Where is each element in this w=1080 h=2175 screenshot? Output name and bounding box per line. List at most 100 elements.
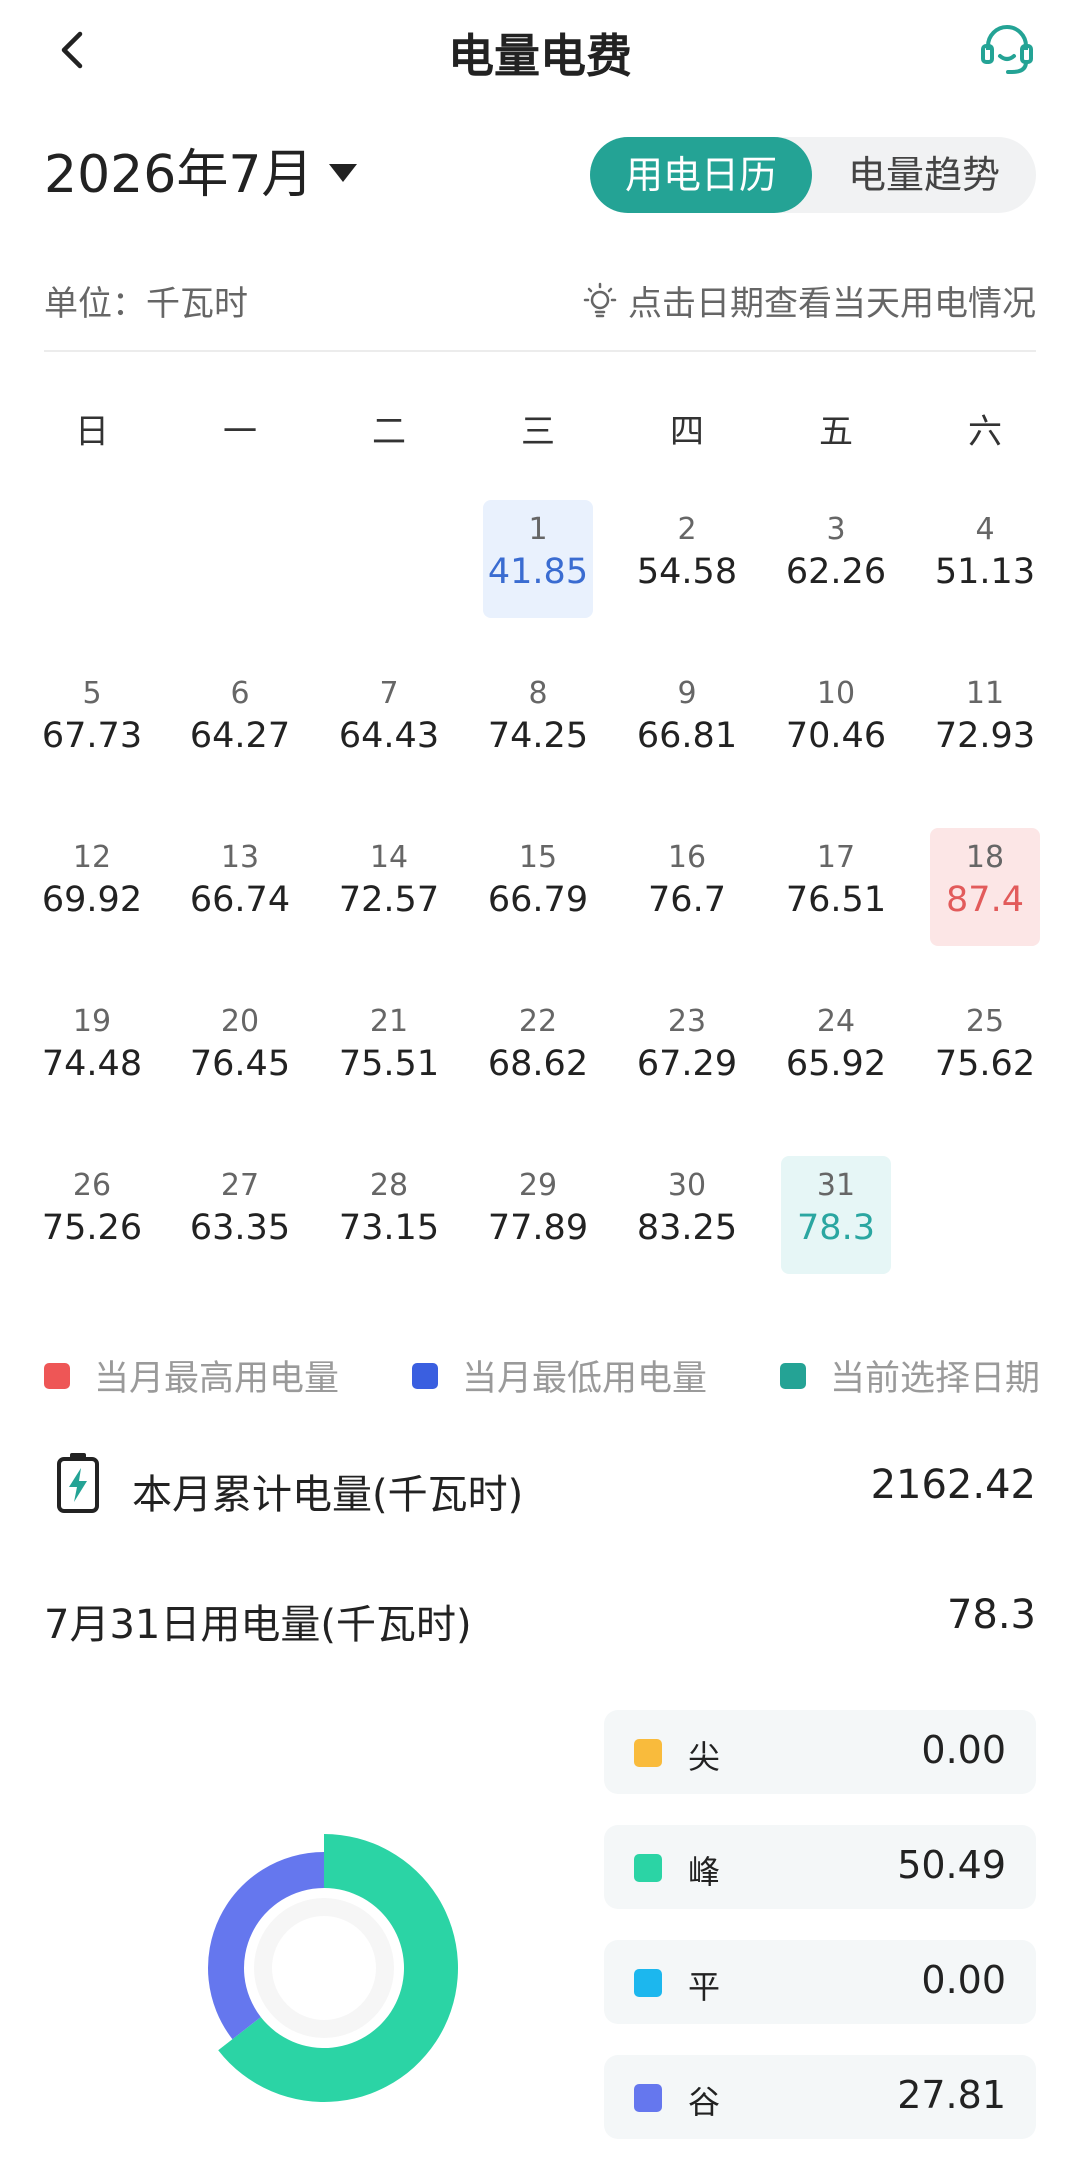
calendar-day[interactable]: 12 69.92 bbox=[37, 828, 147, 946]
day-usage: 70.46 bbox=[785, 716, 887, 756]
calendar-day[interactable]: 22 68.62 bbox=[483, 992, 593, 1110]
day-number: 11 bbox=[965, 676, 1005, 711]
calendar-day[interactable]: 6 64.27 bbox=[185, 664, 295, 782]
calendar-day[interactable]: 20 76.45 bbox=[185, 992, 295, 1110]
unit-label: 单位：千瓦时 bbox=[44, 284, 248, 324]
day-number: 27 bbox=[220, 1168, 260, 1203]
calendar-day[interactable]: 3 62.26 bbox=[781, 500, 891, 618]
day-usage: 67.73 bbox=[41, 716, 143, 756]
calendar-day[interactable]: 7 64.43 bbox=[334, 664, 444, 782]
day-usage: 75.51 bbox=[338, 1044, 440, 1084]
day-usage: 76.7 bbox=[648, 880, 726, 920]
headset-icon[interactable] bbox=[978, 20, 1036, 78]
calendar-day[interactable]: 26 75.26 bbox=[37, 1156, 147, 1274]
day-number: 5 bbox=[82, 676, 102, 711]
tariff-swatch bbox=[634, 1969, 662, 1997]
day-usage: 76.45 bbox=[189, 1044, 291, 1084]
tariff-item-sharp: 尖 0.00 bbox=[604, 1710, 1036, 1794]
day-number: 23 bbox=[667, 1004, 707, 1039]
day-number: 2 bbox=[677, 512, 697, 547]
day-usage: 66.79 bbox=[487, 880, 589, 920]
tariff-value: 27.81 bbox=[897, 2073, 1006, 2117]
calendar-day[interactable]: 10 70.46 bbox=[781, 664, 891, 782]
calendar-day[interactable]: 29 77.89 bbox=[483, 1156, 593, 1274]
day-usage: 63.35 bbox=[189, 1208, 291, 1248]
calendar-day[interactable]: 11 72.93 bbox=[930, 664, 1040, 782]
calendar-day[interactable]: 31 78.3 bbox=[781, 1156, 891, 1274]
calendar-day[interactable]: 19 74.48 bbox=[37, 992, 147, 1110]
header-bar: 电量电费 bbox=[0, 0, 1080, 100]
day-number: 24 bbox=[816, 1004, 856, 1039]
legend-max-label: 当月最高用电量 bbox=[94, 1359, 340, 1399]
calendar-day[interactable]: 14 72.57 bbox=[334, 828, 444, 946]
day-number: 28 bbox=[369, 1168, 409, 1203]
weekday-label: 二 bbox=[372, 412, 406, 452]
weekday-label: 一 bbox=[223, 412, 257, 452]
calendar-day[interactable]: 4 51.13 bbox=[930, 500, 1040, 618]
tariff-value: 0.00 bbox=[921, 1958, 1006, 2002]
tariff-value: 50.49 bbox=[897, 1843, 1006, 1887]
day-usage: 62.26 bbox=[785, 552, 887, 592]
tariff-swatch bbox=[634, 1854, 662, 1882]
day-usage: 54.58 bbox=[636, 552, 738, 592]
calendar-day[interactable]: 21 75.51 bbox=[334, 992, 444, 1110]
daily-total-label: 7月31日用电量(千瓦时) bbox=[44, 1602, 472, 1648]
calendar-day[interactable]: 5 67.73 bbox=[37, 664, 147, 782]
month-selector[interactable]: 2026年7月 bbox=[44, 132, 358, 207]
calendar-day[interactable]: 13 66.74 bbox=[185, 828, 295, 946]
day-number: 19 bbox=[72, 1004, 112, 1039]
donut-center-inner bbox=[272, 1916, 376, 2020]
day-number: 30 bbox=[667, 1168, 707, 1203]
day-usage: 75.62 bbox=[934, 1044, 1036, 1084]
tariff-swatch bbox=[634, 2084, 662, 2112]
monthly-total-value: 2162.42 bbox=[870, 1462, 1036, 1508]
legend-min-swatch bbox=[412, 1362, 438, 1389]
daily-total-value: 78.3 bbox=[946, 1592, 1036, 1638]
day-usage: 87.4 bbox=[946, 880, 1024, 920]
tariff-item-peak: 峰 50.49 bbox=[604, 1825, 1036, 1909]
weekday-label: 日 bbox=[75, 412, 109, 452]
calendar-day[interactable]: 25 75.62 bbox=[930, 992, 1040, 1110]
calendar-day[interactable]: 27 63.35 bbox=[185, 1156, 295, 1274]
monthly-total-label: 本月累计电量(千瓦时) bbox=[132, 1472, 524, 1518]
day-usage: 65.92 bbox=[785, 1044, 887, 1084]
legend-max: 当月最高用电量 bbox=[44, 1350, 339, 1401]
tariff-label: 峰 bbox=[688, 1853, 721, 1891]
day-usage: 41.85 bbox=[487, 552, 589, 592]
day-number: 9 bbox=[677, 676, 697, 711]
calendar-day[interactable]: 28 73.15 bbox=[334, 1156, 444, 1274]
day-usage: 83.25 bbox=[636, 1208, 738, 1248]
weekday-label: 六 bbox=[968, 412, 1002, 452]
calendar-day[interactable]: 8 74.25 bbox=[483, 664, 593, 782]
day-number: 26 bbox=[72, 1168, 112, 1203]
tab-trend[interactable]: 电量趋势 bbox=[812, 137, 1036, 213]
lightbulb-icon bbox=[583, 282, 617, 317]
view-toggle: 用电日历 电量趋势 bbox=[590, 137, 1036, 213]
tariff-label: 平 bbox=[688, 1968, 721, 2006]
calendar-day[interactable]: 18 87.4 bbox=[930, 828, 1040, 946]
calendar-day[interactable]: 17 76.51 bbox=[781, 828, 891, 946]
tab-calendar[interactable]: 用电日历 bbox=[590, 137, 812, 213]
day-usage: 64.43 bbox=[338, 716, 440, 756]
calendar-day[interactable]: 24 65.92 bbox=[781, 992, 891, 1110]
calendar-day[interactable]: 16 76.7 bbox=[632, 828, 742, 946]
calendar-day[interactable]: 30 83.25 bbox=[632, 1156, 742, 1274]
calendar-day[interactable]: 2 54.58 bbox=[632, 500, 742, 618]
weekday-label: 四 bbox=[670, 412, 704, 452]
calendar-day[interactable]: 1 41.85 bbox=[483, 500, 593, 618]
calendar-day[interactable]: 15 66.79 bbox=[483, 828, 593, 946]
hint: 点击日期查看当天用电情况 bbox=[580, 276, 1036, 325]
day-usage: 72.57 bbox=[338, 880, 440, 920]
day-number: 29 bbox=[518, 1168, 558, 1203]
day-usage: 77.89 bbox=[487, 1208, 589, 1248]
day-usage: 64.27 bbox=[189, 716, 291, 756]
page-title: 电量电费 bbox=[448, 29, 632, 83]
legend-min: 当月最低用电量 bbox=[412, 1350, 707, 1401]
calendar-day[interactable]: 23 67.29 bbox=[632, 992, 742, 1110]
day-number: 7 bbox=[379, 676, 399, 711]
day-usage: 75.26 bbox=[41, 1208, 143, 1248]
day-usage: 72.93 bbox=[934, 716, 1036, 756]
calendar-day[interactable]: 9 66.81 bbox=[632, 664, 742, 782]
day-number: 20 bbox=[220, 1004, 260, 1039]
day-usage: 66.81 bbox=[636, 716, 738, 756]
